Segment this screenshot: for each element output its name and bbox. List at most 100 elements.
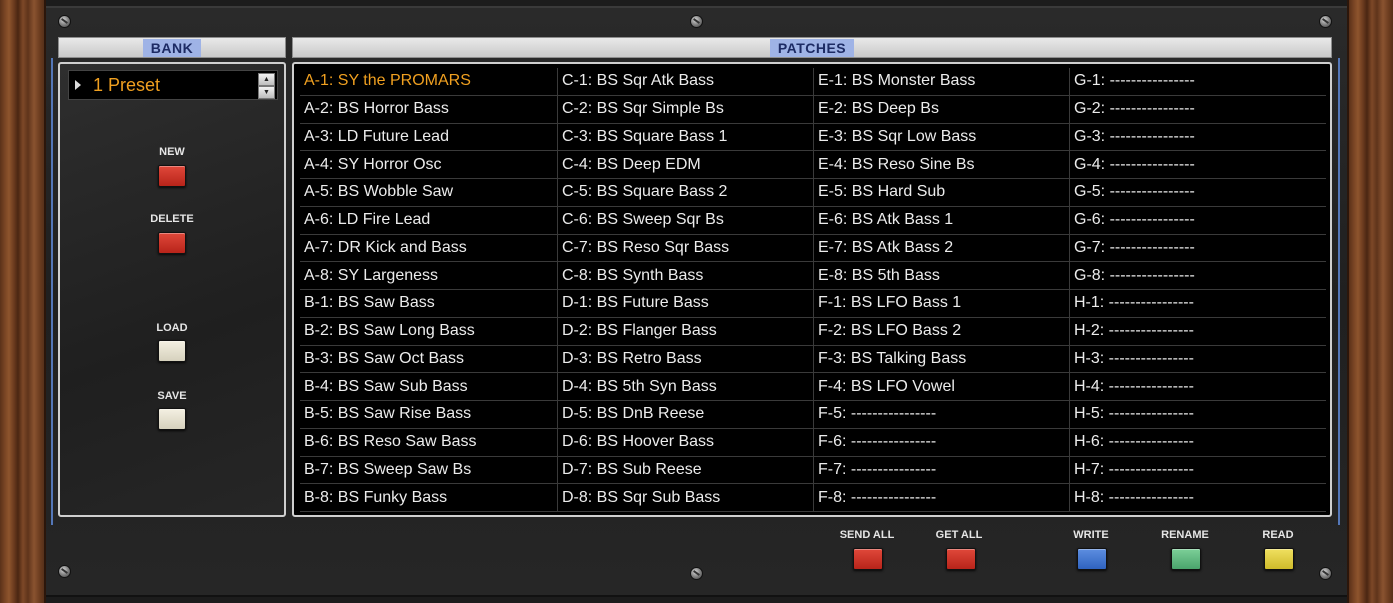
rename-label: RENAME	[1161, 529, 1209, 541]
patch-cell[interactable]: A-2: BS Horror Bass	[300, 95, 558, 124]
bank-header-bar: BANK	[58, 37, 286, 58]
patch-cell[interactable]: D-1: BS Future Bass	[558, 290, 814, 318]
patch-cell[interactable]: G-8: ----------------	[1070, 262, 1326, 290]
patch-cell[interactable]: E-1: BS Monster Bass	[814, 68, 1070, 96]
patch-cell[interactable]: F-5: ----------------	[814, 401, 1070, 429]
send-all-label: SEND ALL	[839, 529, 895, 541]
read-button[interactable]	[1264, 548, 1294, 570]
patch-cell[interactable]: B-6: BS Reso Saw Bass	[300, 428, 558, 457]
write-label: WRITE	[1073, 529, 1109, 541]
rename-button[interactable]	[1171, 548, 1201, 570]
patch-cell[interactable]: C-8: BS Synth Bass	[558, 262, 814, 290]
patch-cell[interactable]: H-5: ----------------	[1070, 401, 1326, 429]
patch-cell[interactable]: A-5: BS Wobble Saw	[300, 179, 558, 207]
patch-cell[interactable]: H-4: ----------------	[1070, 373, 1326, 401]
get-all-button[interactable]	[946, 548, 976, 570]
patch-cell[interactable]: D-3: BS Retro Bass	[558, 345, 814, 374]
write-button[interactable]	[1077, 548, 1107, 570]
screw-icon	[58, 565, 71, 578]
load-label: LOAD	[156, 322, 188, 334]
patch-cell[interactable]: D-5: BS DnB Reese	[558, 401, 814, 429]
patch-cell[interactable]: E-3: BS Sqr Low Bass	[814, 123, 1070, 152]
patch-cell[interactable]: E-6: BS Atk Bass 1	[814, 206, 1070, 235]
patch-cell[interactable]: G-5: ----------------	[1070, 179, 1326, 207]
patch-cell[interactable]: C-4: BS Deep EDM	[558, 151, 814, 179]
delete-label: DELETE	[150, 213, 194, 225]
patch-cell[interactable]: F-3: BS Talking Bass	[814, 345, 1070, 374]
load-button[interactable]	[158, 340, 186, 362]
screw-icon	[1319, 567, 1332, 580]
patch-cell[interactable]: H-3: ----------------	[1070, 346, 1326, 374]
get-all-label: GET ALL	[935, 529, 983, 541]
patch-grid: A-1: SY the PROMARS C-1: BS Sqr Atk Bass E…	[300, 68, 1326, 512]
screw-icon	[690, 567, 703, 580]
bank-select[interactable]: 1 Preset ▲ ▼	[68, 70, 278, 100]
patch-cell[interactable]: H-6: ----------------	[1070, 429, 1326, 457]
patch-cell[interactable]: G-3: ----------------	[1070, 124, 1326, 152]
panel-trim-left	[51, 58, 53, 525]
bank-selected-value: 1 Preset	[93, 75, 161, 95]
spinner-up-icon[interactable]: ▲	[258, 73, 275, 86]
patch-cell[interactable]: E-8: BS 5th Bass	[814, 262, 1070, 290]
patch-cell[interactable]: A-1: SY the PROMARS	[300, 68, 558, 96]
patch-cell[interactable]: F-4: BS LFO Vowel	[814, 373, 1070, 401]
patch-cell[interactable]: C-2: BS Sqr Simple Bs	[558, 95, 814, 124]
wood-side-panel-left	[0, 0, 46, 603]
patch-cell[interactable]: F-6: ----------------	[814, 428, 1070, 457]
delete-button[interactable]	[158, 232, 186, 254]
patch-cell[interactable]: D-6: BS Hoover Bass	[558, 428, 814, 457]
patch-cell[interactable]: D-4: BS 5th Syn Bass	[558, 373, 814, 401]
patch-cell[interactable]: F-1: BS LFO Bass 1	[814, 290, 1070, 318]
patch-cell[interactable]: D-8: BS Sqr Sub Bass	[558, 484, 814, 512]
patch-cell[interactable]: C-3: BS Square Bass 1	[558, 123, 814, 152]
patch-cell[interactable]: G-1: ----------------	[1070, 68, 1326, 96]
patch-cell[interactable]: B-7: BS Sweep Saw Bs	[300, 456, 558, 485]
patch-cell[interactable]: A-3: LD Future Lead	[300, 123, 558, 152]
patch-cell[interactable]: B-5: BS Saw Rise Bass	[300, 401, 558, 429]
save-button[interactable]	[158, 408, 186, 430]
patch-cell[interactable]: G-2: ----------------	[1070, 96, 1326, 124]
patch-cell[interactable]: E-4: BS Reso Sine Bs	[814, 151, 1070, 179]
patch-cell[interactable]: E-7: BS Atk Bass 2	[814, 234, 1070, 263]
patch-cell[interactable]: B-4: BS Saw Sub Bass	[300, 373, 558, 401]
patch-cell[interactable]: C-7: BS Reso Sqr Bass	[558, 234, 814, 263]
patch-cell[interactable]: E-5: BS Hard Sub	[814, 179, 1070, 207]
read-label: READ	[1262, 529, 1294, 541]
save-label: SAVE	[157, 390, 187, 402]
patch-cell[interactable]: C-6: BS Sweep Sqr Bs	[558, 206, 814, 235]
patch-cell[interactable]: H-1: ----------------	[1070, 290, 1326, 318]
patch-cell[interactable]: B-1: BS Saw Bass	[300, 290, 558, 318]
patch-cell[interactable]: D-7: BS Sub Reese	[558, 456, 814, 485]
patch-cell[interactable]: H-2: ----------------	[1070, 318, 1326, 346]
patch-cell[interactable]: G-7: ----------------	[1070, 235, 1326, 263]
patch-cell[interactable]: A-7: DR Kick and Bass	[300, 234, 558, 263]
patch-cell[interactable]: A-6: LD Fire Lead	[300, 206, 558, 235]
patch-cell[interactable]: E-2: BS Deep Bs	[814, 95, 1070, 124]
patches-header: PATCHES	[769, 38, 855, 57]
patch-cell[interactable]: C-1: BS Sqr Atk Bass	[558, 68, 814, 96]
patch-cell[interactable]: G-4: ----------------	[1070, 151, 1326, 179]
wood-side-panel-right	[1347, 0, 1393, 603]
play-arrow-icon	[75, 80, 81, 90]
send-all-button[interactable]	[853, 548, 883, 570]
patch-cell[interactable]: B-2: BS Saw Long Bass	[300, 317, 558, 346]
patch-cell[interactable]: H-7: ----------------	[1070, 457, 1326, 485]
screw-icon	[58, 15, 71, 28]
patch-cell[interactable]: F-8: ----------------	[814, 484, 1070, 512]
patch-cell[interactable]: A-8: SY Largeness	[300, 262, 558, 290]
patch-cell[interactable]: C-5: BS Square Bass 2	[558, 179, 814, 207]
spinner-down-icon[interactable]: ▼	[258, 86, 275, 99]
new-button[interactable]	[158, 165, 186, 187]
panel-trim-right	[1338, 58, 1340, 525]
patch-cell[interactable]: B-8: BS Funky Bass	[300, 484, 558, 512]
patch-cell[interactable]: F-7: ----------------	[814, 456, 1070, 485]
patch-cell[interactable]: D-2: BS Flanger Bass	[558, 317, 814, 346]
patch-cell[interactable]: G-6: ----------------	[1070, 207, 1326, 235]
new-label: NEW	[159, 146, 185, 158]
patch-cell[interactable]: F-2: BS LFO Bass 2	[814, 317, 1070, 346]
patch-cell[interactable]: A-4: SY Horror Osc	[300, 151, 558, 179]
patch-cell[interactable]: B-3: BS Saw Oct Bass	[300, 345, 558, 374]
patches-panel: A-1: SY the PROMARS C-1: BS Sqr Atk Bass E…	[292, 62, 1332, 517]
patches-header-bar: PATCHES	[292, 37, 1332, 58]
patch-cell[interactable]: H-8: ----------------	[1070, 484, 1326, 512]
